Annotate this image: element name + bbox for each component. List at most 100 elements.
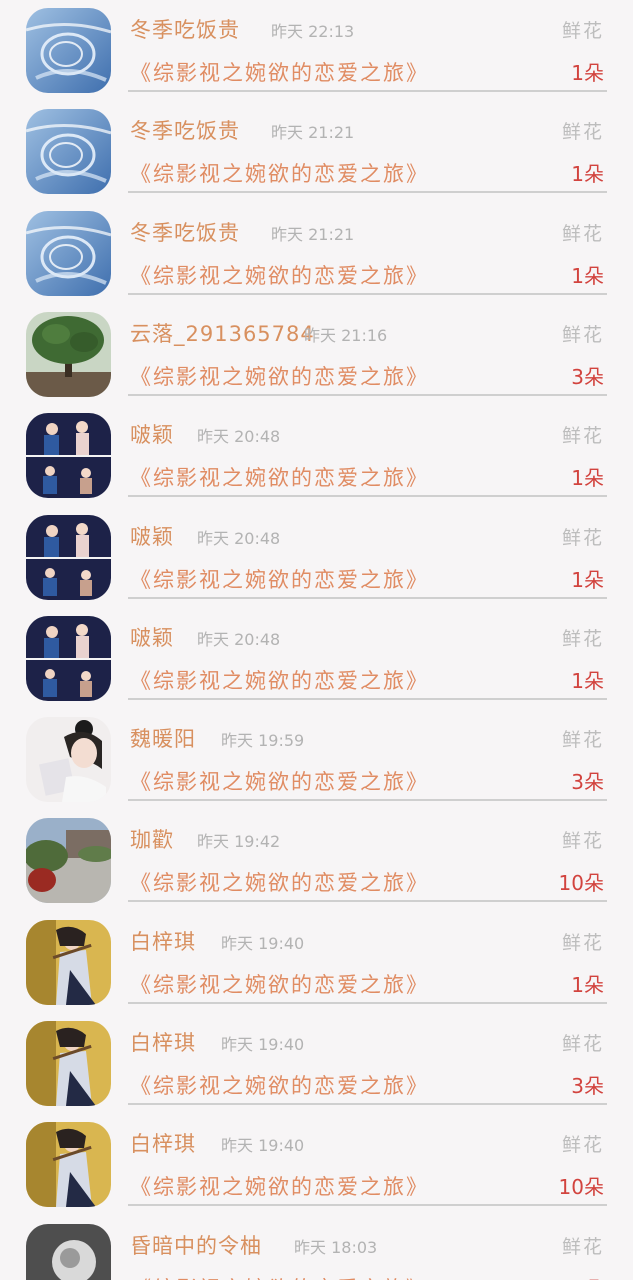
- list-item[interactable]: 魏暖阳 昨天 19:59 鲜花 《综影视之婉欲的恋爱之旅》 3朵: [0, 709, 633, 810]
- user-name[interactable]: 白梓琪: [130, 1128, 196, 1158]
- gift-count: 3朵: [571, 1074, 604, 1098]
- timestamp: 昨天 20:48: [197, 629, 281, 649]
- gift-type-label: 鲜花: [561, 20, 604, 42]
- row-divider: [128, 697, 607, 700]
- list-item[interactable]: 白梓琪 昨天 19:40 鲜花 《综影视之婉欲的恋爱之旅》 1朵: [0, 912, 633, 1013]
- avatar[interactable]: [26, 919, 111, 1005]
- gift-type-label: 鲜花: [561, 222, 604, 245]
- book-title[interactable]: 《综影视之婉欲的恋爱之旅》: [130, 462, 429, 492]
- list-item[interactable]: 冬季吃饭贵 昨天 22:13 鲜花 《综影视之婉欲的恋爱之旅》 1朵: [0, 0, 633, 101]
- avatar[interactable]: [26, 8, 111, 93]
- list-item[interactable]: 啵颖 昨天 20:48 鲜花 《综影视之婉欲的恋爱之旅》 1朵: [0, 507, 633, 608]
- gift-type-label: 鲜花: [561, 931, 604, 954]
- gift-count: 10朵: [558, 1175, 604, 1200]
- gift-count: 1朵: [571, 668, 604, 693]
- gift-count: 3朵: [571, 364, 604, 389]
- timestamp: 昨天 19:59: [221, 731, 305, 751]
- book-title[interactable]: 《综影视之婉欲的恋爱之旅》: [130, 260, 429, 290]
- gift-type-label: 鲜花: [561, 121, 604, 144]
- list-item[interactable]: 白梓琪 昨天 19:40 鲜花 《综影视之婉欲的恋爱之旅》 3朵: [0, 1013, 633, 1114]
- gift-count: 10朵: [558, 871, 604, 896]
- user-name[interactable]: 白梓琪: [130, 1027, 196, 1057]
- row-divider: [128, 90, 607, 92]
- book-title[interactable]: 《综影视之婉欲的恋爱之旅》: [130, 1070, 429, 1100]
- list-item[interactable]: 啵颖 昨天 20:48 鲜花 《综影视之婉欲的恋爱之旅》 1朵: [0, 608, 633, 709]
- row-divider: [128, 1001, 607, 1004]
- avatar[interactable]: [26, 1223, 111, 1280]
- book-title[interactable]: 《综影视之婉欲的恋爱之旅》: [130, 867, 429, 897]
- gift-type-label: 鲜花: [561, 627, 604, 650]
- gift-count: 1朵: [571, 466, 604, 491]
- avatar[interactable]: [26, 210, 111, 296]
- timestamp: 昨天 20:48: [197, 528, 281, 548]
- book-title[interactable]: 《综影视之婉欲的恋爱之旅》: [130, 766, 429, 796]
- book-title[interactable]: 《综影视之婉欲的恋爱之旅》: [130, 969, 429, 999]
- avatar[interactable]: [26, 413, 111, 499]
- row-divider: [128, 900, 607, 903]
- timestamp: 昨天 21:21: [271, 224, 355, 244]
- gift-count: 3朵: [571, 770, 604, 795]
- user-name[interactable]: 白梓琪: [130, 926, 196, 956]
- row-divider: [128, 495, 607, 498]
- avatar[interactable]: [26, 1122, 111, 1208]
- row-divider: [128, 1204, 607, 1207]
- gift-type-label: 鲜花: [561, 1235, 604, 1258]
- user-name[interactable]: 冬季吃饭贵: [130, 217, 240, 247]
- avatar[interactable]: [26, 109, 111, 195]
- list-item[interactable]: 冬季吃饭贵 昨天 21:21 鲜花 《综影视之婉欲的恋爱之旅》 1朵: [0, 101, 633, 202]
- user-name[interactable]: 啵颖: [130, 622, 174, 652]
- gift-type-label: 鲜花: [561, 526, 604, 549]
- row-divider: [128, 1103, 607, 1105]
- gift-count: 1朵: [571, 61, 604, 85]
- gift-count: 1朵: [571, 263, 604, 288]
- user-name[interactable]: 魏暖阳: [130, 723, 196, 753]
- avatar[interactable]: [26, 717, 111, 803]
- user-name[interactable]: 昏暗中的令柚: [130, 1230, 262, 1260]
- row-divider: [128, 393, 607, 396]
- timestamp: 昨天 19:40: [221, 1035, 305, 1054]
- user-name[interactable]: 冬季吃饭贵: [130, 14, 240, 44]
- list-item[interactable]: 冬季吃饭贵 昨天 21:21 鲜花 《综影视之婉欲的恋爱之旅》 1朵: [0, 203, 633, 304]
- row-divider: [128, 292, 607, 295]
- gift-count: 1朵: [571, 972, 604, 997]
- gift-type-label: 鲜花: [561, 1134, 604, 1157]
- row-divider: [128, 596, 607, 599]
- list-item[interactable]: 云落_291365784 昨天 21:16 鲜花 《综影视之婉欲的恋爱之旅》 3…: [0, 304, 633, 405]
- user-name[interactable]: 冬季吃饭贵: [130, 115, 240, 145]
- book-title[interactable]: 《综影视之婉欲的恋爱之旅》: [130, 57, 429, 87]
- list-item[interactable]: 昏暗中的令柚 昨天 18:03 鲜花 《综影视之婉欲的恋爱之旅》 1朵: [0, 1216, 633, 1280]
- list-item[interactable]: 白梓琪 昨天 19:40 鲜花 《综影视之婉欲的恋爱之旅》 10朵: [0, 1114, 633, 1215]
- row-divider: [128, 191, 607, 194]
- timestamp: 昨天 19:40: [221, 1136, 305, 1156]
- user-name[interactable]: 啵颖: [130, 419, 174, 449]
- timestamp: 昨天 18:03: [294, 1237, 378, 1257]
- book-title[interactable]: 《综影视之婉欲的恋爱之旅》: [130, 361, 429, 391]
- book-title[interactable]: 《综影视之婉欲的恋爱之旅》: [130, 1171, 429, 1201]
- timestamp: 昨天 22:13: [271, 22, 355, 41]
- user-name[interactable]: 珈歡: [130, 824, 174, 854]
- book-title[interactable]: 《综影视之婉欲的恋爱之旅》: [130, 564, 429, 594]
- timestamp: 昨天 21:21: [271, 123, 355, 143]
- gift-count: 1朵: [571, 1273, 604, 1280]
- user-name[interactable]: 云落_291365784: [130, 318, 315, 348]
- gift-record-list: 冬季吃饭贵 昨天 22:13 鲜花 《综影视之婉欲的恋爱之旅》 1朵 冬季吃饭贵…: [0, 0, 633, 1280]
- timestamp: 昨天 19:40: [221, 933, 305, 953]
- user-name[interactable]: 啵颖: [130, 521, 174, 551]
- avatar[interactable]: [26, 311, 111, 397]
- avatar[interactable]: [26, 818, 111, 904]
- list-item[interactable]: 啵颖 昨天 20:48 鲜花 《综影视之婉欲的恋爱之旅》 1朵: [0, 405, 633, 506]
- gift-count: 1朵: [571, 162, 604, 187]
- avatar[interactable]: [26, 615, 111, 701]
- row-divider: [128, 799, 607, 802]
- avatar[interactable]: [26, 1021, 111, 1106]
- book-title[interactable]: 《综影视之婉欲的恋爱之旅》: [130, 1273, 429, 1280]
- book-title[interactable]: 《综影视之婉欲的恋爱之旅》: [130, 158, 429, 188]
- book-title[interactable]: 《综影视之婉欲的恋爱之旅》: [130, 665, 429, 695]
- gift-count: 1朵: [571, 567, 604, 592]
- list-item[interactable]: 珈歡 昨天 19:42 鲜花 《综影视之婉欲的恋爱之旅》 10朵: [0, 810, 633, 911]
- gift-type-label: 鲜花: [561, 830, 604, 853]
- timestamp: 昨天 20:48: [197, 427, 281, 447]
- timestamp: 昨天 19:42: [197, 832, 281, 852]
- gift-type-label: 鲜花: [561, 1033, 604, 1055]
- avatar[interactable]: [26, 514, 111, 600]
